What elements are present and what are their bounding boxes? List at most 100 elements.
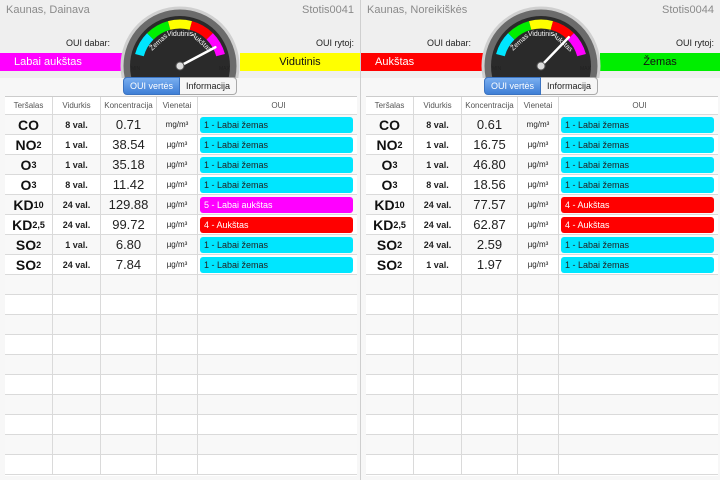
unit: µg/m³ xyxy=(157,215,198,234)
averaging-period: 24 val. xyxy=(53,255,101,274)
empty-cell xyxy=(462,415,518,434)
empty-cell xyxy=(462,275,518,294)
concentration: 6.80 xyxy=(101,235,157,254)
empty-cell xyxy=(198,455,357,474)
tab-information[interactable]: Informacija xyxy=(180,77,238,95)
empty-row xyxy=(5,455,357,475)
empty-cell xyxy=(157,355,198,374)
tomorrow-index-value: Vidutinis xyxy=(240,53,360,71)
table-row[interactable]: CO 8 val. 0.71 mg/m³ 1 - Labai žemas xyxy=(5,115,357,135)
unit: mg/m³ xyxy=(518,115,559,134)
unit: µg/m³ xyxy=(518,195,559,214)
oui-cell: 1 - Labai žemas xyxy=(198,135,357,154)
table-row[interactable]: KD 10 24 val. 129.88 µg/m³ 5 - Labai aukštas xyxy=(5,195,357,215)
pollutant-cell: KD 10 xyxy=(366,195,414,214)
table-row[interactable]: O38 val. 11.42 µg/m³ 1 - Labai žemas xyxy=(5,175,357,195)
table-row[interactable]: O31 val. 35.18 µg/m³ 1 - Labai žemas xyxy=(5,155,357,175)
empty-cell xyxy=(53,315,101,334)
tab-oui-values[interactable]: OUI vertės xyxy=(122,77,180,95)
empty-cell xyxy=(157,395,198,414)
oui-badge: 1 - Labai žemas xyxy=(200,256,353,273)
empty-cell xyxy=(414,275,462,294)
pollutant-cell: KD 2,5 xyxy=(366,215,414,234)
table-row[interactable]: O38 val. 18.56 µg/m³ 1 - Labai žemas xyxy=(366,175,718,195)
empty-cell xyxy=(414,335,462,354)
empty-cell xyxy=(101,435,157,454)
pollutant-subscript: 3 xyxy=(31,159,37,170)
oui-badge: 1 - Labai žemas xyxy=(561,236,714,253)
empty-cell xyxy=(559,335,718,354)
table-row[interactable]: NO 2 1 val. 38.54 µg/m³ 1 - Labai žemas xyxy=(5,135,357,155)
oui-badge: 1 - Labai žemas xyxy=(561,116,714,133)
table-row[interactable]: KD 2,5 24 val. 62.87 µg/m³ 4 - Aukštas xyxy=(366,215,718,235)
empty-cell xyxy=(462,315,518,334)
empty-cell xyxy=(198,295,357,314)
empty-cell xyxy=(157,435,198,454)
table-row[interactable]: KD 2,5 24 val. 99.72 µg/m³ 4 - Aukštas xyxy=(5,215,357,235)
pollutant-table: Teršalas Vidurkis Koncentracija Vienetai OUI… xyxy=(5,96,357,476)
empty-cell xyxy=(53,355,101,374)
oui-cell: 1 - Labai žemas xyxy=(198,175,357,194)
pollutant-subscript: 10 xyxy=(394,199,405,210)
unit: µg/m³ xyxy=(157,235,198,254)
pollutant-name: SO xyxy=(15,256,37,273)
empty-cell xyxy=(414,315,462,334)
tomorrow-index-label: OUI rytoj: xyxy=(675,38,714,48)
empty-cell xyxy=(198,275,357,294)
table-row[interactable]: KD 10 24 val. 77.57 µg/m³ 4 - Aukštas xyxy=(366,195,718,215)
table-row[interactable]: CO 8 val. 0.61 mg/m³ 1 - Labai žemas xyxy=(366,115,718,135)
empty-cell xyxy=(157,295,198,314)
column-header: Teršalas xyxy=(366,97,414,114)
table-row[interactable]: SO 2 24 val. 2.59 µg/m³ 1 - Labai žemas xyxy=(366,235,718,255)
empty-cell xyxy=(53,415,101,434)
table-row[interactable]: SO 2 1 val. 6.80 µg/m³ 1 - Labai žemas xyxy=(5,235,357,255)
empty-row xyxy=(366,455,718,475)
gauge-segment xyxy=(528,19,554,30)
empty-cell xyxy=(198,415,357,434)
gauge-hub xyxy=(536,61,546,71)
empty-row xyxy=(5,375,357,395)
empty-cell xyxy=(518,315,559,334)
averaging-period: 1 val. xyxy=(414,255,462,274)
pollutant-subscript: 3 xyxy=(392,179,398,190)
pollutant-subscript: 10 xyxy=(33,199,44,210)
oui-cell: 1 - Labai žemas xyxy=(559,155,718,174)
current-index-label: OUI dabar: xyxy=(65,38,110,48)
empty-cell xyxy=(53,455,101,474)
oui-badge: 4 - Aukštas xyxy=(561,216,714,233)
concentration: 11.42 xyxy=(101,175,157,194)
table-header-row: Teršalas Vidurkis Koncentracija Vienetai OUI xyxy=(366,97,718,115)
tab-information[interactable]: Informacija xyxy=(541,77,599,95)
pollutant-cell: SO 2 xyxy=(366,255,414,274)
concentration: 38.54 xyxy=(101,135,157,154)
empty-cell xyxy=(366,415,414,434)
station-header: Kaunas, Noreikiškės Stotis0044 OUI dabar: O… xyxy=(361,0,720,126)
oui-cell: 1 - Labai žemas xyxy=(559,255,718,274)
empty-cell xyxy=(462,355,518,374)
empty-cell xyxy=(414,435,462,454)
pollutant-cell: O3 xyxy=(366,155,414,174)
empty-cell xyxy=(366,355,414,374)
oui-cell: 1 - Labai žemas xyxy=(198,155,357,174)
averaging-period: 1 val. xyxy=(53,135,101,154)
pollutant-cell: SO 2 xyxy=(366,235,414,254)
table-row[interactable]: SO 2 24 val. 7.84 µg/m³ 1 - Labai žemas xyxy=(5,255,357,275)
aqi-gauge: ŽemasVidutinisAukštasMINMAX xyxy=(481,0,601,126)
concentration: 129.88 xyxy=(101,195,157,214)
gauge-max-label: MAX xyxy=(580,66,592,72)
oui-badge: 1 - Labai žemas xyxy=(200,156,353,173)
unit: µg/m³ xyxy=(518,175,559,194)
column-header: Koncentracija xyxy=(462,97,518,114)
averaging-period: 24 val. xyxy=(53,195,101,214)
empty-cell xyxy=(366,435,414,454)
oui-cell: 1 - Labai žemas xyxy=(198,235,357,254)
tab-oui-values[interactable]: OUI vertės xyxy=(483,77,541,95)
table-row[interactable]: SO 2 1 val. 1.97 µg/m³ 1 - Labai žemas xyxy=(366,255,718,275)
column-header: OUI xyxy=(271,101,286,110)
pollutant-table: Teršalas Vidurkis Koncentracija Vienetai OUI… xyxy=(366,96,718,476)
pollutant-subscript: 2,5 xyxy=(32,219,45,230)
empty-cell xyxy=(366,395,414,414)
empty-cell xyxy=(157,275,198,294)
table-row[interactable]: NO 2 1 val. 16.75 µg/m³ 1 - Labai žemas xyxy=(366,135,718,155)
table-row[interactable]: O31 val. 46.80 µg/m³ 1 - Labai žemas xyxy=(366,155,718,175)
